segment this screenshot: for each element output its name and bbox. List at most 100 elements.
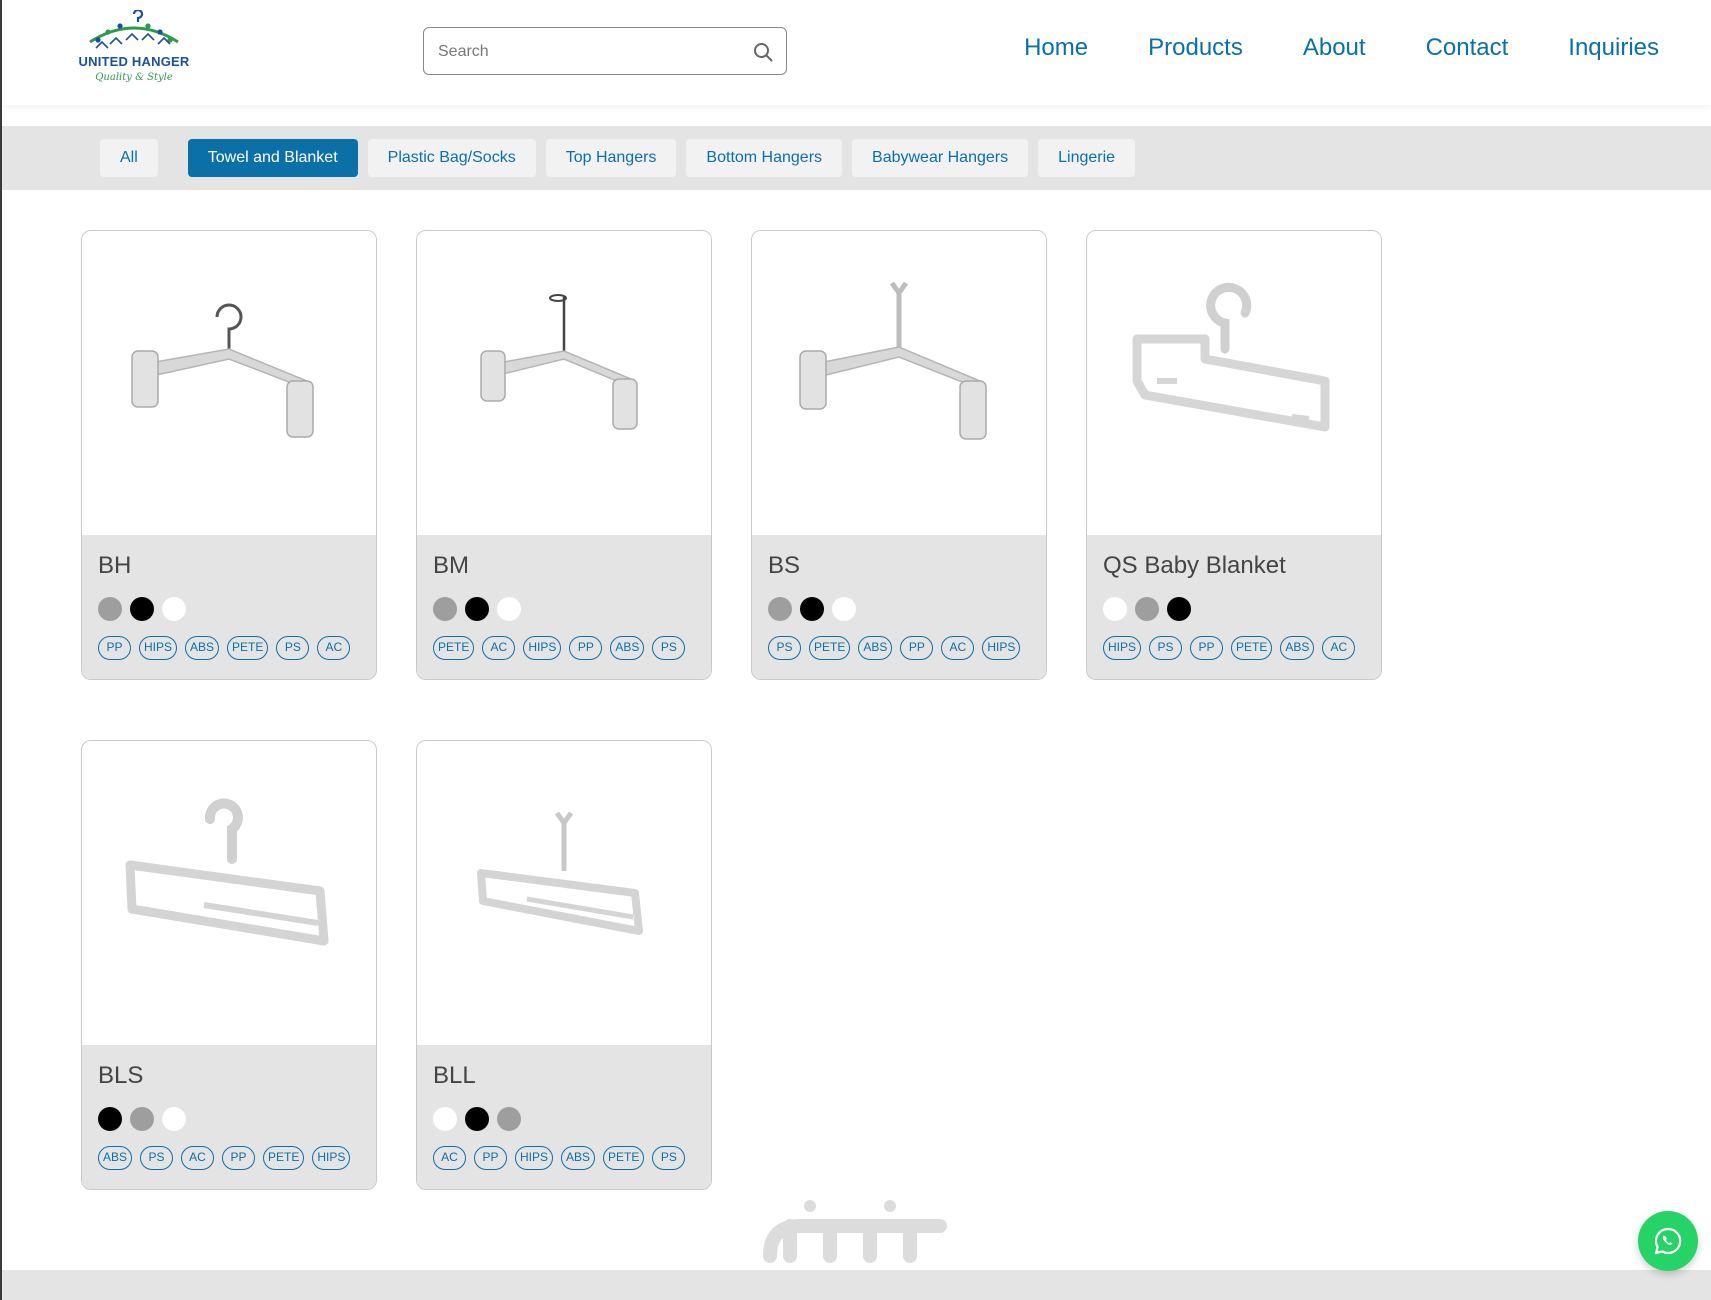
color-swatch-black[interactable] — [130, 597, 154, 621]
product-title[interactable]: QS Baby Blanket — [1103, 552, 1286, 580]
color-swatch-gray[interactable] — [1135, 597, 1159, 621]
material-tags: PS PETE ABS PP AC HIPS — [768, 636, 1021, 660]
product-info: BM PETE AC HIPS PP ABS PS — [417, 535, 711, 679]
color-swatch-black[interactable] — [1167, 597, 1191, 621]
nav-home[interactable]: Home — [1024, 34, 1088, 62]
product-image[interactable] — [417, 741, 711, 1045]
brand-logo[interactable]: UNITED HANGER Quality & Style — [74, 10, 194, 90]
material-tag: PP — [98, 636, 131, 660]
color-swatch-gray[interactable] — [768, 597, 792, 621]
color-swatch-white[interactable] — [497, 597, 521, 621]
category-tabs: All Towel and Blanket Plastic Bag/Socks … — [100, 139, 1136, 177]
color-swatches — [98, 1107, 186, 1131]
color-swatch-black[interactable] — [465, 1107, 489, 1131]
product-info: QS Baby Blanket HIPS PS PP PETE ABS AC — [1087, 535, 1381, 679]
main-nav: Home Products About Contact Inquiries — [1024, 34, 1659, 62]
product-card[interactable]: BLS ABS PS AC PP PETE HIPS — [81, 740, 377, 1190]
material-tags: ABS PS AC PP PETE HIPS — [98, 1146, 351, 1170]
nav-inquiries[interactable]: Inquiries — [1568, 34, 1659, 62]
color-swatch-gray[interactable] — [98, 597, 122, 621]
product-title[interactable]: BH — [98, 552, 131, 580]
material-tag: PP — [1190, 636, 1224, 660]
color-swatch-gray[interactable] — [497, 1107, 521, 1131]
brand-name: UNITED HANGER — [78, 54, 190, 69]
color-swatch-black[interactable] — [98, 1107, 122, 1131]
product-card[interactable]: BM PETE AC HIPS PP ABS PS — [416, 230, 712, 680]
material-tag: PETE — [1231, 636, 1273, 660]
nav-about[interactable]: About — [1303, 34, 1366, 62]
clip-hanger-wire-icon — [480, 294, 638, 430]
material-tag: HIPS — [982, 636, 1021, 660]
material-tag: PETE — [809, 636, 851, 660]
material-tag: ABS — [98, 1146, 133, 1170]
material-tag: AC — [317, 636, 351, 660]
material-tag: ABS — [610, 636, 645, 660]
color-swatch-gray[interactable] — [130, 1107, 154, 1131]
material-tag: PP — [474, 1146, 507, 1170]
category-top-hangers[interactable]: Top Hangers — [545, 139, 677, 177]
material-tag: AC — [482, 636, 516, 660]
category-babywear-hangers[interactable]: Babywear Hangers — [852, 139, 1029, 177]
color-swatch-white[interactable] — [433, 1107, 457, 1131]
brand-tagline: Quality & Style — [95, 72, 173, 83]
nav-products[interactable]: Products — [1148, 34, 1243, 62]
product-image[interactable] — [82, 231, 376, 535]
whatsapp-icon — [1654, 1227, 1682, 1255]
category-towel-and-blanket[interactable]: Towel and Blanket — [187, 139, 358, 177]
product-title[interactable]: BS — [768, 552, 800, 580]
category-bar: All Towel and Blanket Plastic Bag/Socks … — [0, 126, 1711, 190]
product-info: BLS ABS PS AC PP PETE HIPS — [82, 1045, 376, 1189]
product-card[interactable]: BS PS PETE ABS PP AC HIPS — [751, 230, 1047, 680]
color-swatch-white[interactable] — [1103, 597, 1127, 621]
product-card[interactable]: BLL AC PP HIPS ABS PETE PS — [416, 740, 712, 1190]
product-title[interactable]: BLS — [98, 1062, 143, 1090]
category-plastic-bag-socks[interactable]: Plastic Bag/Socks — [367, 139, 536, 177]
product-info: BLL AC PP HIPS ABS PETE PS — [417, 1045, 711, 1189]
material-tag: AC — [181, 1146, 215, 1170]
material-tags: HIPS PS PP PETE ABS AC — [1103, 636, 1356, 660]
color-swatch-black[interactable] — [465, 597, 489, 621]
product-image[interactable] — [1087, 231, 1381, 535]
category-all[interactable]: All — [100, 139, 158, 177]
material-tags: PETE AC HIPS PP ABS PS — [433, 636, 686, 660]
material-tag: PP — [222, 1146, 256, 1170]
color-swatch-gray[interactable] — [433, 597, 457, 621]
product-image[interactable] — [417, 231, 711, 535]
color-swatch-black[interactable] — [800, 597, 824, 621]
search-icon[interactable] — [752, 41, 774, 63]
color-swatch-white[interactable] — [162, 1107, 186, 1131]
material-tag: HIPS — [523, 636, 562, 660]
color-swatch-white[interactable] — [162, 597, 186, 621]
color-swatches — [768, 597, 856, 621]
color-swatches — [98, 597, 186, 621]
blanket-hanger-hook-icon — [1132, 282, 1330, 432]
material-tags: AC PP HIPS ABS PETE PS — [433, 1146, 686, 1170]
product-image[interactable] — [82, 741, 376, 1045]
nav-contact[interactable]: Contact — [1426, 34, 1509, 62]
material-tag: PETE — [263, 1146, 305, 1170]
material-tag: AC — [433, 1146, 466, 1170]
search-input[interactable] — [438, 40, 738, 64]
material-tag: PS — [652, 636, 686, 660]
product-title[interactable]: BLL — [433, 1062, 476, 1090]
color-swatches — [433, 597, 521, 621]
material-tag: PS — [768, 636, 801, 660]
category-lingerie[interactable]: Lingerie — [1038, 139, 1136, 177]
window-left-edge — [0, 0, 2, 1300]
product-title[interactable]: BM — [433, 552, 469, 580]
product-info: BS PS PETE ABS PP AC HIPS — [752, 535, 1046, 679]
product-card[interactable]: QS Baby Blanket HIPS PS PP PETE ABS AC — [1086, 230, 1382, 680]
footer-strip — [0, 1270, 1711, 1300]
material-tag: ABS — [561, 1146, 596, 1170]
material-tag: ABS — [185, 636, 220, 660]
whatsapp-button[interactable] — [1638, 1211, 1698, 1271]
color-swatch-white[interactable] — [832, 597, 856, 621]
material-tag: PS — [652, 1146, 686, 1170]
color-swatches — [433, 1107, 521, 1131]
product-image[interactable] — [752, 231, 1046, 535]
product-card[interactable]: BH PP HIPS ABS PETE PS AC — [81, 230, 377, 680]
category-bottom-hangers[interactable]: Bottom Hangers — [686, 139, 843, 177]
material-tag: HIPS — [1103, 636, 1142, 660]
material-tag: AC — [1322, 636, 1356, 660]
material-tag: PS — [140, 1146, 174, 1170]
